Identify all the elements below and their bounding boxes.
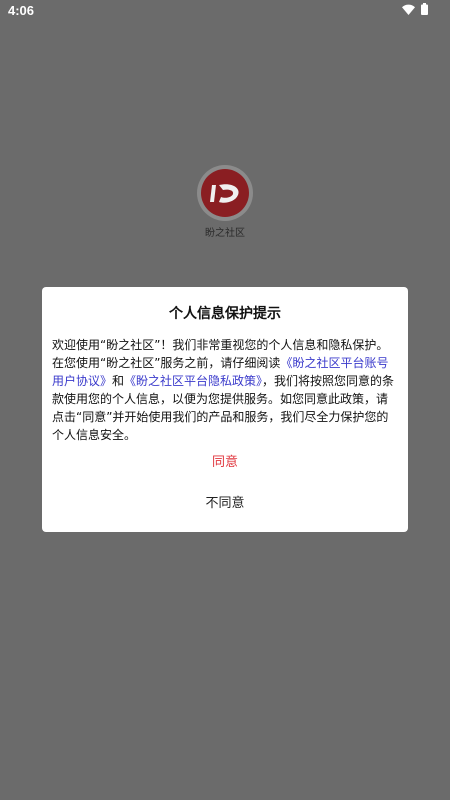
battery-icon bbox=[421, 3, 428, 15]
privacy-policy-link[interactable]: 《盼之社区平台隐私政策》 bbox=[124, 374, 262, 388]
dialog-body: 欢迎使用“盼之社区”！我们非常重视您的个人信息和隐私保护。在您使用“盼之社区”服… bbox=[52, 336, 398, 444]
status-icons bbox=[402, 3, 428, 15]
app-logo bbox=[197, 165, 253, 221]
wifi-icon bbox=[402, 4, 415, 15]
dialog-title: 个人信息保护提示 bbox=[169, 306, 281, 322]
status-time: 4:06 bbox=[8, 3, 35, 18]
privacy-dialog: 个人信息保护提示 欢迎使用“盼之社区”！我们非常重视您的个人信息和隐私保护。在您… bbox=[42, 287, 408, 532]
disagree-button[interactable]: 不同意 bbox=[42, 491, 408, 517]
status-bar: 4:06 bbox=[0, 0, 450, 22]
dialog-body-text-2: 和 bbox=[112, 374, 125, 388]
app-name: 盼之社区 bbox=[205, 228, 245, 239]
app-logo-icon bbox=[201, 169, 249, 217]
agree-button[interactable]: 同意 bbox=[42, 450, 408, 476]
